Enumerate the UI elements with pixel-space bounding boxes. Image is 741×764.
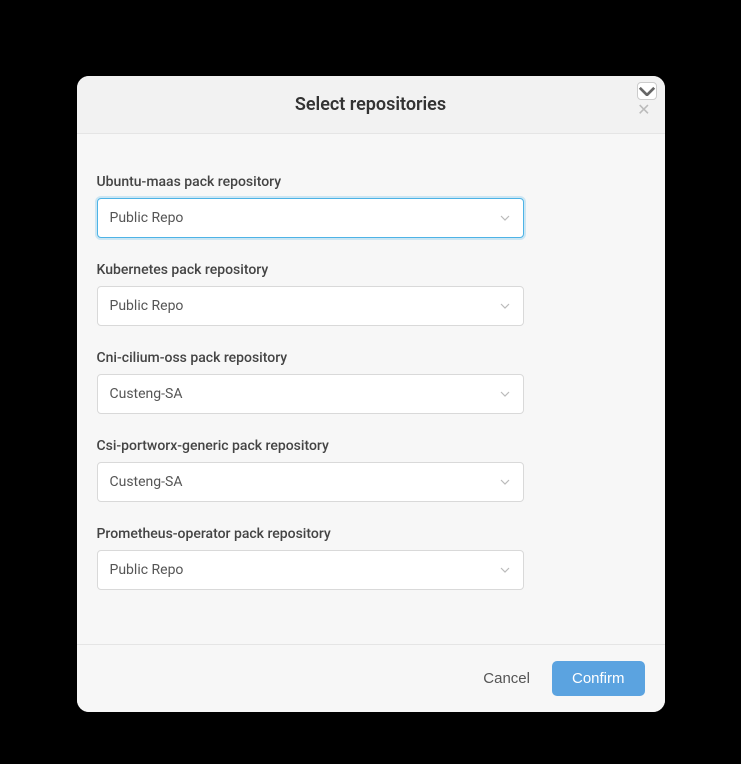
field-kubernetes: Kubernetes pack repository Public Repo — [97, 262, 645, 326]
repo-select-csi-portworx[interactable]: Custeng-SA — [97, 462, 524, 502]
modal-body: Ubuntu-maas pack repository Public Repo … — [77, 134, 665, 644]
chevron-down-icon — [638, 86, 656, 97]
chevron-down-icon — [499, 300, 511, 312]
chevron-down-icon — [499, 212, 511, 224]
modal-footer: Cancel Confirm — [77, 644, 665, 712]
close-icon[interactable]: ✕ — [637, 102, 650, 118]
field-label: Csi-portworx-generic pack repository — [97, 438, 645, 454]
select-repositories-modal: Select repositories ✕ Ubuntu-maas pack r… — [77, 76, 665, 712]
field-label: Prometheus-operator pack repository — [97, 526, 645, 542]
repo-select-ubuntu-maas[interactable]: Public Repo — [97, 198, 524, 238]
select-value: Custeng-SA — [110, 386, 499, 402]
field-label: Kubernetes pack repository — [97, 262, 645, 278]
field-cni-cilium: Cni-cilium-oss pack repository Custeng-S… — [97, 350, 645, 414]
field-label: Cni-cilium-oss pack repository — [97, 350, 645, 366]
modal-title: Select repositories — [97, 94, 645, 115]
field-prometheus: Prometheus-operator pack repository Publ… — [97, 526, 645, 590]
chevron-down-icon — [499, 476, 511, 488]
modal-header: Select repositories ✕ — [77, 76, 665, 134]
repo-select-prometheus[interactable]: Public Repo — [97, 550, 524, 590]
repo-select-cni-cilium[interactable]: Custeng-SA — [97, 374, 524, 414]
chevron-down-icon — [499, 388, 511, 400]
select-value: Public Repo — [110, 210, 499, 226]
confirm-button[interactable]: Confirm — [552, 661, 645, 696]
select-value: Public Repo — [110, 562, 499, 578]
select-value: Custeng-SA — [110, 474, 499, 490]
field-ubuntu-maas: Ubuntu-maas pack repository Public Repo — [97, 174, 645, 238]
select-value: Public Repo — [110, 298, 499, 314]
cancel-button[interactable]: Cancel — [479, 662, 534, 695]
repo-select-kubernetes[interactable]: Public Repo — [97, 286, 524, 326]
collapse-button[interactable] — [637, 82, 657, 100]
field-csi-portworx: Csi-portworx-generic pack repository Cus… — [97, 438, 645, 502]
field-label: Ubuntu-maas pack repository — [97, 174, 645, 190]
chevron-down-icon — [499, 564, 511, 576]
